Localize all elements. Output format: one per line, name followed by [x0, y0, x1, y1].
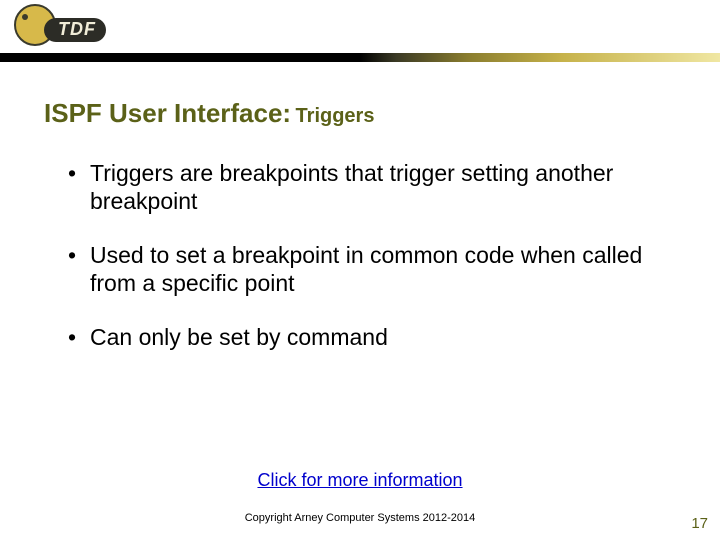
title-sub: Triggers	[296, 105, 375, 127]
slide-content: ISPF User Interface: Triggers Triggers a…	[44, 98, 676, 377]
bullet-list: Triggers are breakpoints that trigger se…	[68, 159, 676, 351]
slide-title: ISPF User Interface: Triggers	[44, 98, 676, 129]
page-number: 17	[691, 515, 708, 532]
header-divider-bar	[0, 53, 720, 62]
copyright-text: Copyright Arney Computer Systems 2012-20…	[0, 512, 720, 524]
bullet-item: Triggers are breakpoints that trigger se…	[68, 159, 676, 215]
bullet-item: Used to set a breakpoint in common code …	[68, 241, 676, 297]
title-main: ISPF User Interface:	[44, 98, 291, 128]
slide-header: TDF	[0, 0, 720, 56]
tdf-logo: TDF	[14, 4, 84, 52]
logo-text: TDF	[44, 18, 106, 42]
bullet-item: Can only be set by command	[68, 323, 676, 351]
more-info-link[interactable]: Click for more information	[0, 470, 720, 491]
